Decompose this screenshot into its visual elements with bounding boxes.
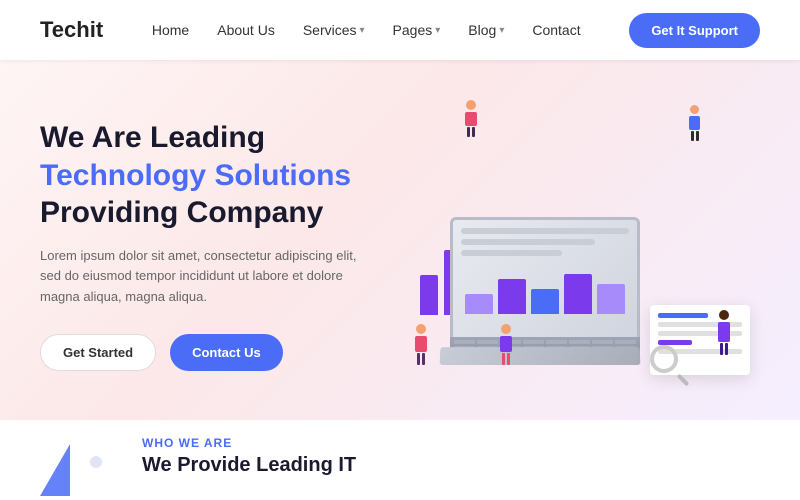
triangle-decoration <box>40 444 70 496</box>
hero-content: We Are Leading Technology Solutions Prov… <box>40 119 400 371</box>
screen-bar-element <box>531 289 559 314</box>
screen-bar-element <box>498 279 526 314</box>
hero-title: We Are Leading Technology Solutions Prov… <box>40 119 400 232</box>
nav-item-home[interactable]: Home <box>152 22 189 38</box>
person-figure-3 <box>718 310 730 355</box>
bar-element <box>420 275 438 315</box>
nav-item-services[interactable]: Services ▾ <box>303 22 365 38</box>
who-we-are-block: WHO WE ARE We Provide Leading IT <box>142 436 356 477</box>
screen-line-1 <box>461 228 629 234</box>
who-title: We Provide Leading IT <box>142 454 356 477</box>
screen-line-3 <box>461 250 562 256</box>
bottom-section: WHO WE ARE We Provide Leading IT <box>0 420 800 500</box>
chevron-down-icon: ▾ <box>499 25 504 36</box>
who-label: WHO WE ARE <box>142 436 232 450</box>
hero-buttons: Get Started Contact Us <box>40 334 400 371</box>
screen-line-2 <box>461 239 595 245</box>
hero-description: Lorem ipsum dolor sit amet, consectetur … <box>40 246 360 308</box>
laptop-base <box>440 347 641 365</box>
person-figure-5 <box>500 324 512 365</box>
screen-bar-element <box>465 294 493 314</box>
get-started-button[interactable]: Get Started <box>40 334 156 371</box>
chevron-down-icon: ▾ <box>360 25 365 36</box>
contact-us-button[interactable]: Contact Us <box>170 334 283 371</box>
hero-section: We Are Leading Technology Solutions Prov… <box>0 60 800 420</box>
nav-item-contact[interactable]: Contact <box>532 22 580 38</box>
screen-bars <box>461 264 629 314</box>
screen-bar-element <box>564 274 592 314</box>
person-figure-2 <box>415 324 427 365</box>
navbar: Techit Home About Us Services ▾ Pages ▾ … <box>0 0 800 60</box>
isometric-illustration <box>410 95 750 395</box>
chevron-down-icon: ▾ <box>435 25 440 36</box>
nav-links: Home About Us Services ▾ Pages ▾ Blog ▾ … <box>152 22 581 38</box>
screen-bar-element <box>597 284 625 314</box>
person-figure-4 <box>689 105 700 141</box>
nav-item-pages[interactable]: Pages ▾ <box>393 22 441 38</box>
laptop-screen <box>450 217 640 347</box>
magnifier-icon <box>650 345 690 385</box>
get-support-button[interactable]: Get It Support <box>629 13 760 48</box>
person-figure-1 <box>465 100 477 137</box>
hero-illustration <box>400 90 760 400</box>
brand-logo: Techit <box>40 17 103 43</box>
circle-decoration <box>90 456 102 468</box>
nav-item-blog[interactable]: Blog ▾ <box>468 22 504 38</box>
nav-item-about[interactable]: About Us <box>217 22 275 38</box>
